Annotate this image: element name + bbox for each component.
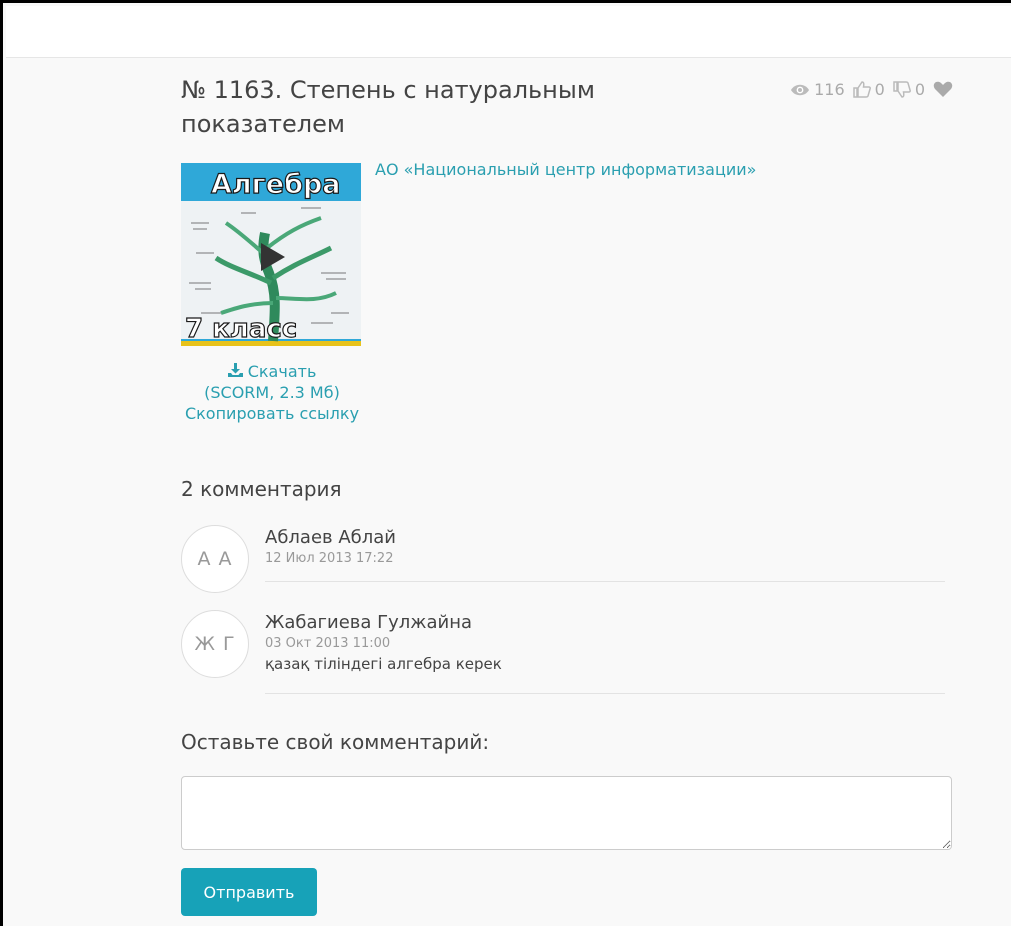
- heart-icon[interactable]: [933, 81, 953, 98]
- comments-heading: 2 комментария: [181, 477, 342, 501]
- thumbnail-grade-text: 7 класс: [185, 314, 297, 344]
- author-link[interactable]: АО «Национальный центр информатизации»: [375, 160, 756, 179]
- comment-text: қазақ тіліндегі алгебра керек: [265, 655, 502, 673]
- thumbs-down-icon[interactable]: [893, 81, 911, 98]
- comment-date: 12 Июл 2013 17:22: [265, 551, 394, 566]
- comment-body: Аблаев Аблай 12 Июл 2013 17:22: [265, 525, 945, 582]
- comment-item: Ж Г Жабагиева Гулжайна 03 Окт 2013 11:00…: [181, 610, 945, 696]
- comment-item: А А Аблаев Аблай 12 Июл 2013 17:22: [181, 525, 945, 597]
- top-bar: [6, 6, 1011, 58]
- leave-comment-heading: Оставьте свой комментарий:: [181, 730, 490, 754]
- download-icon: [227, 362, 248, 381]
- likes-count: 0: [874, 80, 885, 99]
- download-link[interactable]: Скачать (SCORM, 2.3 Мб): [181, 361, 363, 403]
- page-frame: № 1163. Степень с натуральным показателе…: [0, 0, 1011, 926]
- comment-date: 03 Окт 2013 11:00: [265, 636, 391, 651]
- comment-author: Аблаев Аблай: [265, 527, 397, 548]
- copy-link-button[interactable]: Скопировать ссылку: [181, 403, 363, 424]
- avatar: Ж Г: [181, 610, 249, 678]
- dislikes-count: 0: [914, 80, 925, 99]
- download-label: Скачать: [247, 362, 317, 381]
- comment-author: Жабагиева Гулжайна: [265, 612, 473, 633]
- lesson-thumbnail[interactable]: Алгебра 7 класс: [181, 163, 361, 346]
- submit-button[interactable]: Отправить: [181, 868, 317, 916]
- download-block: Скачать (SCORM, 2.3 Мб) Скопировать ссыл…: [181, 361, 363, 424]
- thumbs-up-icon[interactable]: [852, 81, 871, 98]
- lesson-stats: 116 0 0: [790, 80, 953, 99]
- comment-textarea[interactable]: [181, 776, 952, 850]
- thumbnail-title-text: Алгебра: [211, 169, 341, 200]
- views-count: 116: [814, 80, 845, 99]
- avatar: А А: [181, 525, 249, 593]
- page-title: № 1163. Степень с натуральным показателе…: [181, 76, 595, 138]
- download-info: (SCORM, 2.3 Мб): [204, 383, 340, 402]
- eye-icon: [790, 83, 810, 97]
- comment-body: Жабагиева Гулжайна 03 Окт 2013 11:00 қаз…: [265, 610, 945, 694]
